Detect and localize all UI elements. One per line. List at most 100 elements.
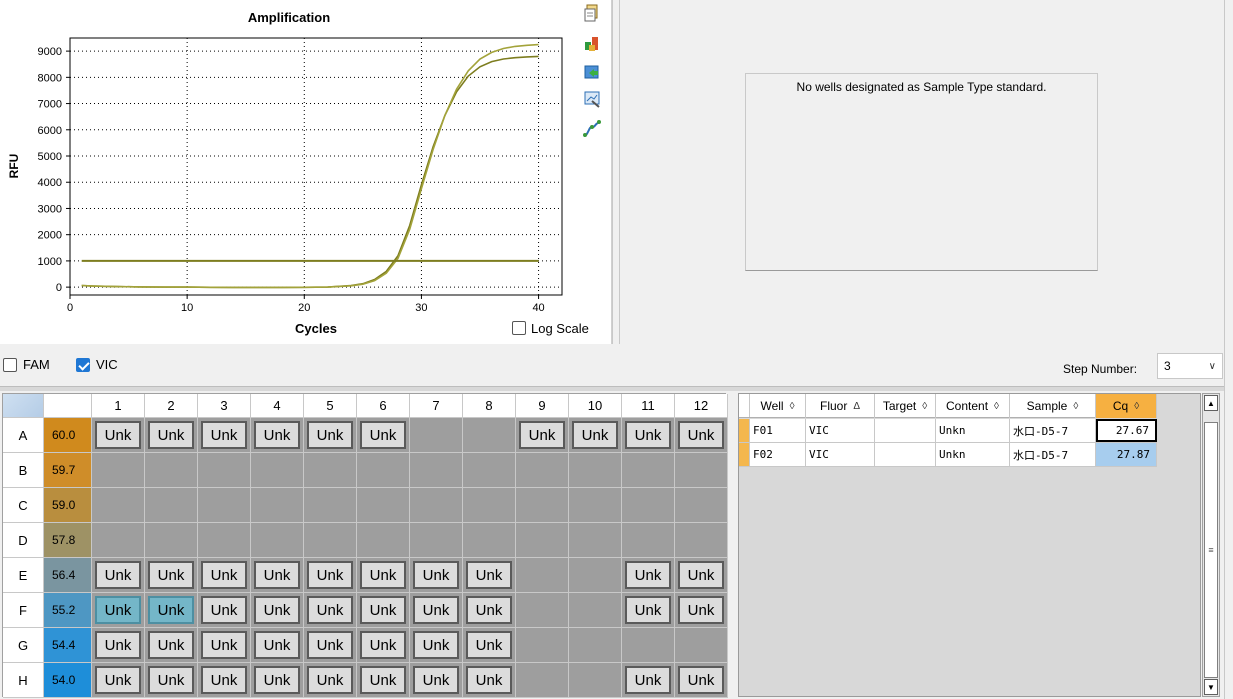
well-h1[interactable]: Unk <box>92 663 145 698</box>
well-a8[interactable] <box>463 418 516 453</box>
well-e2[interactable]: Unk <box>145 558 198 593</box>
vertical-splitter[interactable] <box>612 0 620 344</box>
column-header-content[interactable]: Content ◊ <box>936 394 1010 418</box>
well-b12[interactable] <box>675 453 728 488</box>
well-d8[interactable] <box>463 523 516 558</box>
well-g5[interactable]: Unk <box>304 628 357 663</box>
well-b1[interactable] <box>92 453 145 488</box>
well-h2[interactable]: Unk <box>145 663 198 698</box>
column-header-well[interactable]: Well ◊ <box>750 394 806 418</box>
cell-well[interactable]: F02 <box>750 443 806 466</box>
plate-column-header-7[interactable]: 7 <box>410 394 463 418</box>
scroll-down-icon[interactable]: ▼ <box>1204 679 1218 695</box>
sort-icon[interactable]: ◊ <box>922 401 927 412</box>
well-c8[interactable] <box>463 488 516 523</box>
well-g9[interactable] <box>516 628 569 663</box>
well-c12[interactable] <box>675 488 728 523</box>
cell-content[interactable]: Unkn <box>936 443 1010 466</box>
well-c1[interactable] <box>92 488 145 523</box>
well-b2[interactable] <box>145 453 198 488</box>
well-a12[interactable]: Unk <box>675 418 728 453</box>
well-g1[interactable]: Unk <box>92 628 145 663</box>
well-f9[interactable] <box>516 593 569 628</box>
well-h3[interactable]: Unk <box>198 663 251 698</box>
sort-icon[interactable]: ◊ <box>790 401 795 412</box>
copy-icon[interactable] <box>582 3 602 23</box>
fluor-vic-checkbox[interactable] <box>76 357 90 372</box>
well-d12[interactable] <box>675 523 728 558</box>
well-g7[interactable]: Unk <box>410 628 463 663</box>
well-c2[interactable] <box>145 488 198 523</box>
scroll-up-icon[interactable]: ▲ <box>1204 395 1218 411</box>
plate-column-header-8[interactable]: 8 <box>463 394 516 418</box>
cell-sample[interactable]: 水口-D5-7 <box>1010 443 1096 466</box>
well-e8[interactable]: Unk <box>463 558 516 593</box>
scroll-thumb[interactable]: ≡ <box>1204 422 1218 678</box>
well-g2[interactable]: Unk <box>145 628 198 663</box>
well-a10[interactable]: Unk <box>569 418 622 453</box>
well-d3[interactable] <box>198 523 251 558</box>
well-h8[interactable]: Unk <box>463 663 516 698</box>
well-f5[interactable]: Unk <box>304 593 357 628</box>
plate-row-header-d[interactable]: D <box>3 523 44 558</box>
horizontal-splitter[interactable] <box>0 386 1224 391</box>
well-d10[interactable] <box>569 523 622 558</box>
plate-column-header-11[interactable]: 11 <box>622 394 675 418</box>
well-f4[interactable]: Unk <box>251 593 304 628</box>
well-c7[interactable] <box>410 488 463 523</box>
well-b9[interactable] <box>516 453 569 488</box>
well-h10[interactable] <box>569 663 622 698</box>
cell-fluor[interactable]: VIC <box>806 419 875 442</box>
cell-target[interactable] <box>875 419 936 442</box>
results-scrollbar[interactable]: ▲ ≡ ▼ <box>1202 393 1220 697</box>
well-g3[interactable]: Unk <box>198 628 251 663</box>
well-f7[interactable]: Unk <box>410 593 463 628</box>
well-h6[interactable]: Unk <box>357 663 410 698</box>
well-f3[interactable]: Unk <box>198 593 251 628</box>
cell-sample[interactable]: 水口-D5-7 <box>1010 419 1096 442</box>
well-a11[interactable]: Unk <box>622 418 675 453</box>
well-c11[interactable] <box>622 488 675 523</box>
well-f8[interactable]: Unk <box>463 593 516 628</box>
plate-row-header-g[interactable]: G <box>3 628 44 663</box>
step-number-select[interactable]: 3 ∨ <box>1157 353 1223 379</box>
well-e9[interactable] <box>516 558 569 593</box>
well-d11[interactable] <box>622 523 675 558</box>
well-f6[interactable]: Unk <box>357 593 410 628</box>
well-a6[interactable]: Unk <box>357 418 410 453</box>
plate-row-header-b[interactable]: B <box>3 453 44 488</box>
well-a3[interactable]: Unk <box>198 418 251 453</box>
well-b11[interactable] <box>622 453 675 488</box>
fluor-fam-checkbox[interactable] <box>3 357 17 372</box>
column-header-fluor[interactable]: Fluor Δ <box>806 394 875 418</box>
well-b6[interactable] <box>357 453 410 488</box>
plate-column-header-6[interactable]: 6 <box>357 394 410 418</box>
well-d6[interactable] <box>357 523 410 558</box>
well-h11[interactable]: Unk <box>622 663 675 698</box>
well-b5[interactable] <box>304 453 357 488</box>
row-marker[interactable] <box>739 419 750 442</box>
export-icon[interactable] <box>582 33 602 53</box>
well-h4[interactable]: Unk <box>251 663 304 698</box>
sort-icon[interactable]: Δ <box>853 401 860 412</box>
well-h5[interactable]: Unk <box>304 663 357 698</box>
well-b10[interactable] <box>569 453 622 488</box>
well-d1[interactable] <box>92 523 145 558</box>
well-e10[interactable] <box>569 558 622 593</box>
well-f12[interactable]: Unk <box>675 593 728 628</box>
well-a2[interactable]: Unk <box>145 418 198 453</box>
well-b3[interactable] <box>198 453 251 488</box>
table-row[interactable]: F02 VIC Unkn 水口-D5-7 27.87 <box>739 443 1157 467</box>
well-e11[interactable]: Unk <box>622 558 675 593</box>
plate-column-header-12[interactable]: 12 <box>675 394 728 418</box>
plate-column-header-3[interactable]: 3 <box>198 394 251 418</box>
well-h7[interactable]: Unk <box>410 663 463 698</box>
plate-column-header-2[interactable]: 2 <box>145 394 198 418</box>
well-g10[interactable] <box>569 628 622 663</box>
well-a4[interactable]: Unk <box>251 418 304 453</box>
well-f11[interactable]: Unk <box>622 593 675 628</box>
well-c6[interactable] <box>357 488 410 523</box>
fluor-fam-toggle[interactable]: FAM <box>3 357 50 372</box>
well-d7[interactable] <box>410 523 463 558</box>
well-a7[interactable] <box>410 418 463 453</box>
